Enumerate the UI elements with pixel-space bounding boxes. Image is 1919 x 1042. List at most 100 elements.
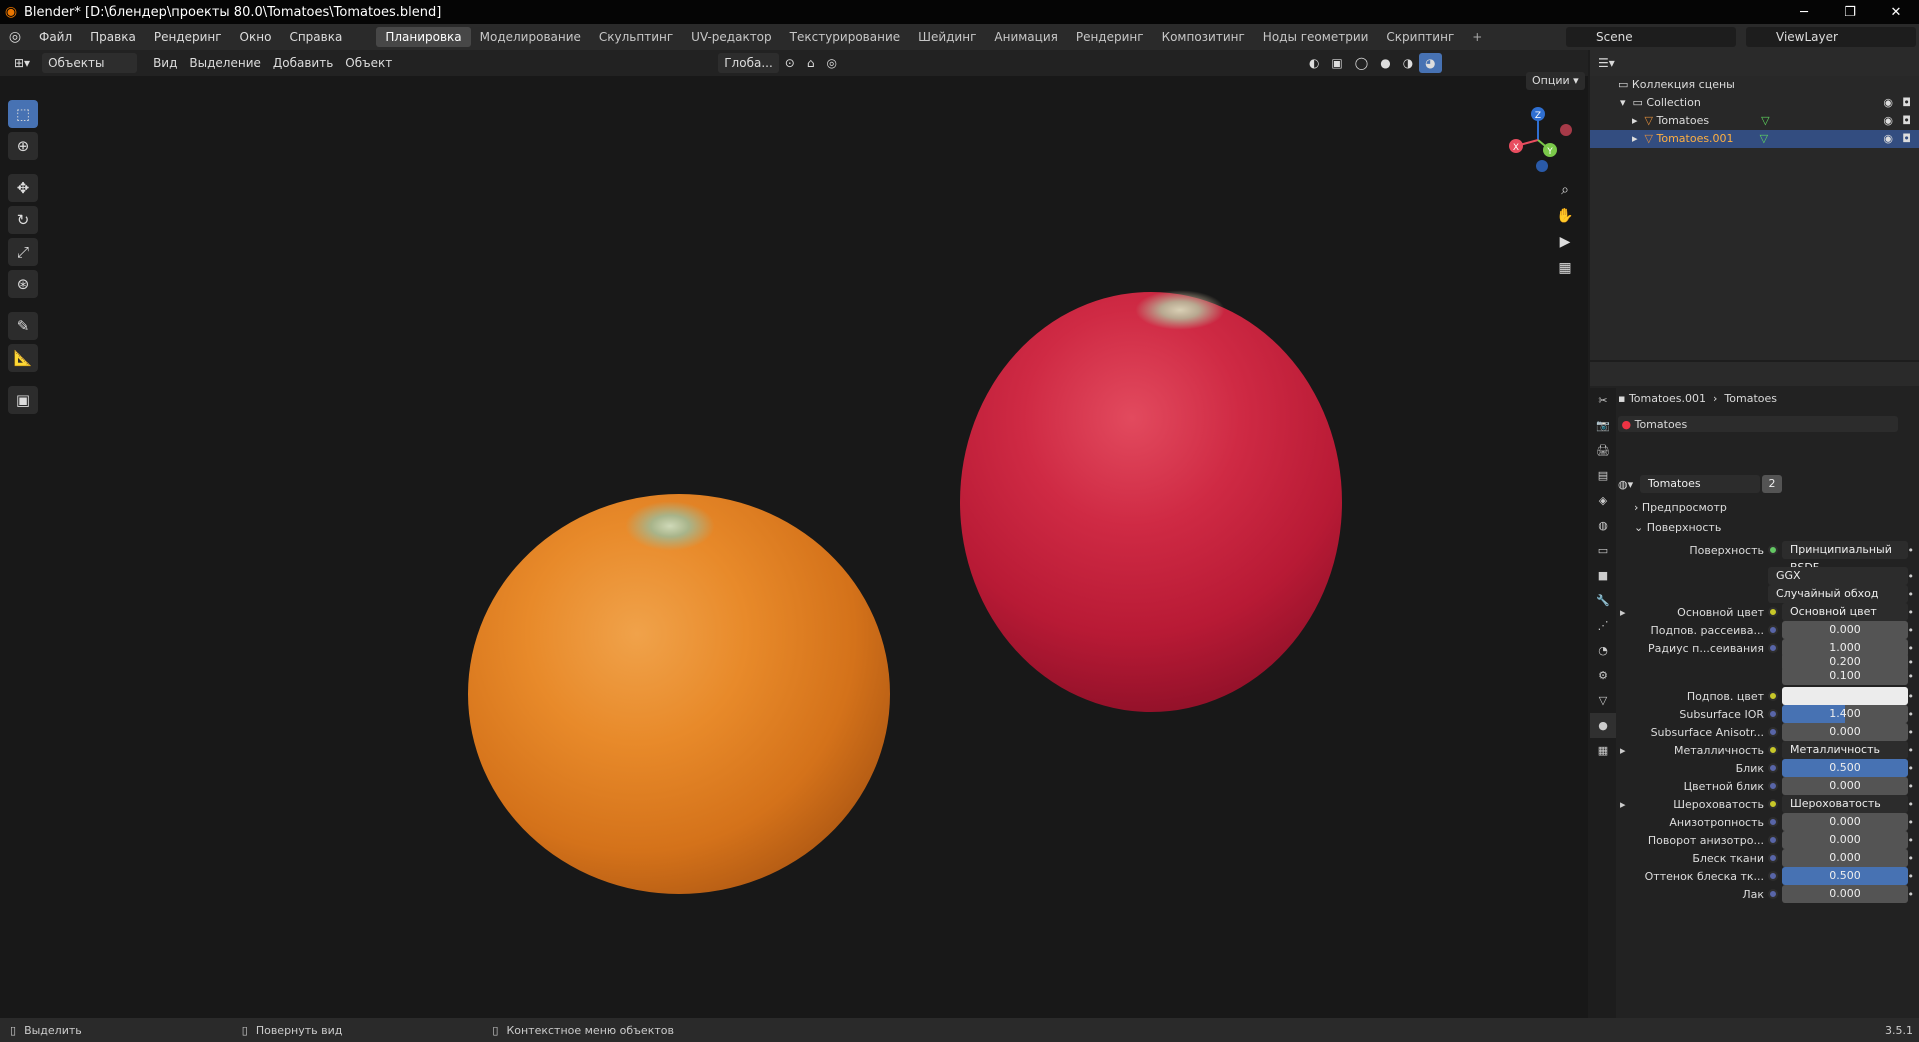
keyframe-dot-icon[interactable]: • bbox=[1908, 726, 1915, 739]
3d-viewport[interactable] bbox=[0, 76, 1588, 1018]
socket-icon[interactable] bbox=[1768, 799, 1778, 809]
gizmo-neg-x-handle[interactable] bbox=[1560, 124, 1572, 136]
move-icon[interactable]: ✥ bbox=[8, 174, 38, 202]
shading-rendered-icon[interactable]: ◕ bbox=[1419, 53, 1442, 73]
property-field[interactable]: 0.500 bbox=[1782, 759, 1908, 777]
menu-window[interactable]: Окно bbox=[231, 24, 281, 50]
transform-icon[interactable]: ⊛ bbox=[8, 270, 38, 298]
expand-arrow-icon[interactable]: ▸ bbox=[1632, 130, 1645, 148]
constraints-tab-icon[interactable]: ⚙ bbox=[1590, 663, 1616, 688]
particles-tab-icon[interactable]: ⋰ bbox=[1590, 613, 1616, 638]
rotate-icon[interactable]: ↻ bbox=[8, 206, 38, 234]
cursor-icon[interactable]: ⊕ bbox=[8, 132, 38, 160]
property-field[interactable]: 0.000 bbox=[1782, 777, 1908, 795]
menu-view[interactable]: Вид bbox=[147, 53, 183, 73]
property-field[interactable]: Шероховатость bbox=[1782, 795, 1908, 813]
add-workspace-button[interactable]: + bbox=[1463, 27, 1491, 47]
texture-tab-icon[interactable]: ▦ bbox=[1590, 738, 1616, 763]
tab-shading[interactable]: Шейдинг bbox=[909, 27, 985, 47]
tab-animation[interactable]: Анимация bbox=[985, 27, 1066, 47]
keyframe-dot-icon[interactable]: • bbox=[1908, 606, 1915, 619]
keyframe-dot-icon[interactable]: • bbox=[1908, 762, 1915, 775]
visibility-eye-icon[interactable]: ◉ bbox=[1883, 112, 1893, 130]
keyframe-dot-icon[interactable]: • bbox=[1908, 624, 1915, 637]
property-field[interactable]: Основной цвет bbox=[1782, 603, 1908, 621]
socket-icon[interactable] bbox=[1768, 745, 1778, 755]
shading-wireframe-icon[interactable]: ◯ bbox=[1349, 53, 1374, 73]
minimize-button[interactable]: ─ bbox=[1781, 0, 1827, 24]
mesh-data-icon[interactable]: ▽ bbox=[1760, 130, 1768, 148]
select-box-icon[interactable]: ⬚ bbox=[8, 100, 38, 128]
socket-icon[interactable] bbox=[1768, 709, 1778, 719]
options-dropdown[interactable]: Опции ▾ bbox=[1526, 72, 1585, 90]
proportional-edit-icon[interactable]: ◎ bbox=[820, 53, 842, 73]
close-button[interactable]: ✕ bbox=[1873, 0, 1919, 24]
keyframe-dot-icon[interactable]: • bbox=[1908, 670, 1915, 683]
tab-sculpting[interactable]: Скульптинг bbox=[590, 27, 682, 47]
ortho-grid-icon[interactable]: ▦ bbox=[1552, 256, 1578, 280]
property-field[interactable]: 1.400 bbox=[1782, 705, 1908, 723]
menu-object[interactable]: Объект bbox=[339, 53, 398, 73]
tab-geometry-nodes[interactable]: Ноды геометрии bbox=[1254, 27, 1378, 47]
keyframe-dot-icon[interactable]: • bbox=[1908, 708, 1915, 721]
tree-row-collection[interactable]: ▾ ▭ Collection ◉ ◘ bbox=[1590, 94, 1919, 112]
expand-arrow-icon[interactable]: ▸ bbox=[1620, 744, 1626, 757]
property-field[interactable]: 0.000 bbox=[1782, 849, 1908, 867]
maximize-button[interactable]: ❐ bbox=[1827, 0, 1873, 24]
world-tab-icon[interactable]: ◍ bbox=[1590, 513, 1616, 538]
mode-selector[interactable]: Объекты bbox=[42, 53, 138, 73]
tab-modeling[interactable]: Моделирование bbox=[471, 27, 590, 47]
surface-section[interactable]: ⌄ Поверхность bbox=[1618, 518, 1914, 538]
keyframe-dot-icon[interactable]: • bbox=[1908, 816, 1915, 829]
overlays-icon[interactable]: ◐ bbox=[1303, 53, 1325, 73]
property-field[interactable]: Металличность bbox=[1782, 741, 1908, 759]
socket-icon[interactable] bbox=[1768, 727, 1778, 737]
blender-menu-icon[interactable]: ◎ bbox=[0, 29, 30, 45]
tool-tab-icon[interactable]: ✂ bbox=[1590, 388, 1616, 413]
tab-uv-editing[interactable]: UV-редактор bbox=[682, 27, 780, 47]
tab-compositing[interactable]: Композитинг bbox=[1153, 27, 1254, 47]
scale-icon[interactable]: ⤢ bbox=[8, 238, 38, 266]
shading-material-icon[interactable]: ◑ bbox=[1397, 53, 1419, 73]
add-cube-icon[interactable]: ▣ bbox=[8, 386, 38, 414]
output-tab-icon[interactable]: 🖨 bbox=[1590, 438, 1616, 463]
property-field[interactable]: GGX bbox=[1768, 567, 1908, 585]
keyframe-dot-icon[interactable]: • bbox=[1908, 834, 1915, 847]
material-users-count[interactable]: 2 bbox=[1762, 475, 1782, 493]
shading-solid-icon[interactable]: ● bbox=[1374, 53, 1396, 73]
render-camera-icon[interactable]: ◘ bbox=[1902, 130, 1911, 148]
zoom-icon[interactable]: ⌕ bbox=[1552, 178, 1578, 202]
socket-icon[interactable] bbox=[1768, 889, 1778, 899]
keyframe-dot-icon[interactable]: • bbox=[1908, 780, 1915, 793]
socket-icon[interactable] bbox=[1768, 853, 1778, 863]
tree-row-tomatoes-001[interactable]: ▸ ▽ Tomatoes.001 ▽ ◉ ◘ bbox=[1590, 130, 1919, 148]
outliner-editor-icon[interactable]: ☰▾ bbox=[1598, 56, 1615, 70]
menu-file[interactable]: Файл bbox=[30, 24, 81, 50]
visibility-eye-icon[interactable]: ◉ bbox=[1883, 94, 1893, 112]
measure-icon[interactable]: 📐 bbox=[8, 344, 38, 372]
expand-arrow-icon[interactable]: ▸ bbox=[1632, 112, 1645, 130]
socket-icon[interactable] bbox=[1768, 817, 1778, 827]
tab-scripting[interactable]: Скриптинг bbox=[1377, 27, 1463, 47]
snap-icon[interactable]: ⌂ bbox=[801, 53, 821, 73]
annotate-icon[interactable]: ✎ bbox=[8, 312, 38, 340]
render-camera-icon[interactable]: ◘ bbox=[1902, 112, 1911, 130]
expand-arrow-icon[interactable]: ▸ bbox=[1620, 798, 1626, 811]
tree-row-tomatoes[interactable]: ▸ ▽ Tomatoes ▽ ◉ ◘ bbox=[1590, 112, 1919, 130]
socket-icon[interactable] bbox=[1768, 625, 1778, 635]
material-slot-list[interactable]: ● Tomatoes bbox=[1618, 416, 1898, 432]
socket-icon[interactable] bbox=[1768, 763, 1778, 773]
material-name-field[interactable]: Tomatoes bbox=[1640, 475, 1760, 493]
keyframe-dot-icon[interactable]: • bbox=[1908, 870, 1915, 883]
expand-arrow-icon[interactable]: ▸ bbox=[1620, 606, 1626, 619]
camera-view-icon[interactable]: ▶ bbox=[1552, 230, 1578, 254]
material-tab-icon[interactable]: ● bbox=[1590, 713, 1616, 738]
menu-edit[interactable]: Правка bbox=[81, 24, 145, 50]
collection-tab-icon[interactable]: ▭ bbox=[1590, 538, 1616, 563]
menu-add[interactable]: Добавить bbox=[267, 53, 339, 73]
render-camera-icon[interactable]: ◘ bbox=[1902, 94, 1911, 112]
tab-texture-paint[interactable]: Текстурирование bbox=[781, 27, 909, 47]
property-field[interactable]: Случайный обход bbox=[1768, 585, 1908, 603]
scene-selector[interactable]: Scene bbox=[1566, 27, 1736, 47]
socket-icon[interactable] bbox=[1768, 871, 1778, 881]
